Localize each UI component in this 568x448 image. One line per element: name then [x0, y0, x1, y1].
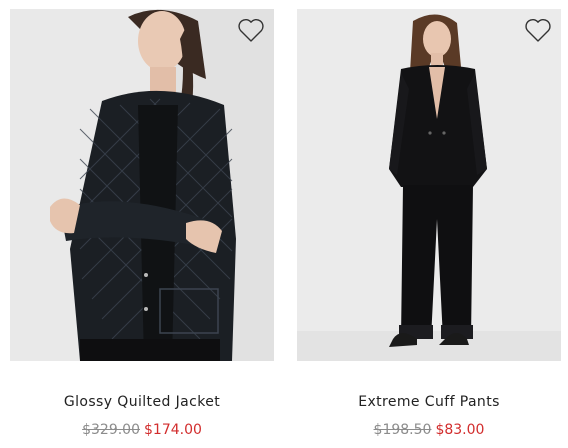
heart-outline-icon — [238, 18, 264, 42]
product-image[interactable] — [297, 9, 561, 361]
product-name[interactable]: Extreme Cuff Pants — [297, 392, 561, 412]
product-name[interactable]: Glossy Quilted Jacket — [10, 392, 274, 412]
product-photo-jacket — [10, 9, 274, 361]
product-photo-pants — [297, 9, 561, 361]
product-card[interactable]: Extreme Cuff Pants $198.50 $83.00 — [297, 9, 561, 439]
wishlist-button[interactable] — [237, 17, 265, 43]
product-card[interactable]: Glossy Quilted Jacket $329.00 $174.00 — [10, 9, 274, 439]
sale-price: $83.00 — [435, 422, 485, 438]
sale-price: $174.00 — [144, 422, 202, 438]
product-grid: Glossy Quilted Jacket $329.00 $174.00 Ex… — [0, 0, 568, 448]
original-price: $329.00 — [82, 422, 140, 438]
original-price: $198.50 — [373, 422, 432, 438]
wishlist-button[interactable] — [524, 17, 552, 43]
price-row: $198.50 $83.00 — [297, 421, 561, 439]
product-image[interactable] — [10, 9, 274, 361]
price-row: $329.00 $174.00 — [10, 421, 274, 439]
heart-outline-icon — [525, 18, 551, 42]
